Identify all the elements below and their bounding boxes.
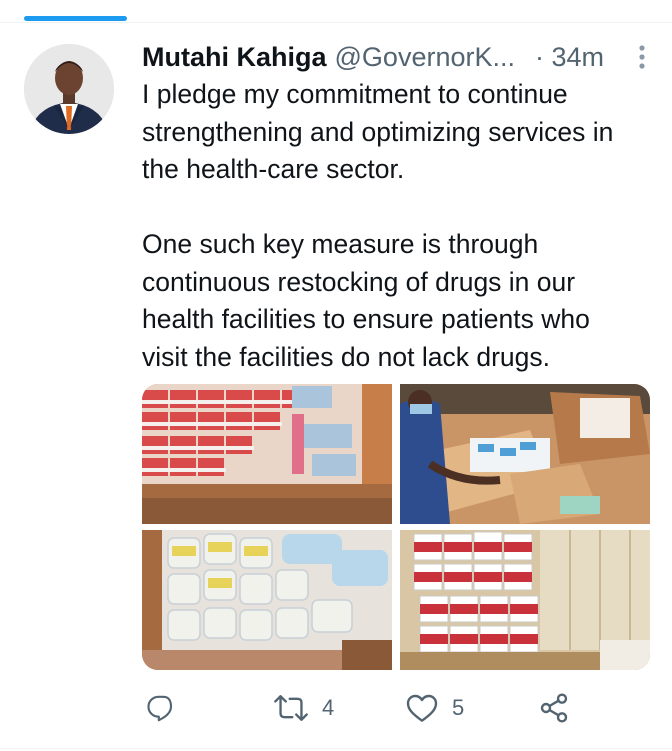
reply-icon (147, 695, 173, 722)
avatar-image (24, 44, 114, 134)
tweet-text-line: strengthening and optimizing services in (142, 116, 614, 147)
tweet-text-line: continuous restocking of drugs in our (142, 266, 576, 297)
tweet-timestamp[interactable]: · 34m (535, 42, 604, 73)
retweet-button[interactable]: 4 (274, 690, 334, 726)
divider (0, 22, 672, 23)
like-count: 5 (452, 695, 465, 720)
avatar[interactable] (24, 44, 114, 134)
media-photo-1[interactable] (142, 384, 392, 524)
media-grid (142, 384, 650, 670)
tweet-actions: 4 5 (142, 690, 582, 726)
tweet-text-line: the health-care sector. (142, 154, 405, 184)
media-photo-4[interactable] (400, 530, 650, 670)
more-vertical-icon[interactable] (630, 42, 654, 72)
reply-button[interactable] (146, 690, 190, 726)
user-handle[interactable]: @GovernorK... (335, 42, 515, 73)
tweet-text-line: visit the facilities do not lack drugs. (142, 341, 550, 372)
share-button[interactable] (538, 690, 570, 726)
tweet-text-line: One such key measure is through (142, 229, 539, 259)
tweet-text-line: I pledge my commitment to continue (142, 79, 568, 109)
divider (0, 748, 672, 749)
tweet-header: Mutahi Kahiga @GovernorK... · 34m (142, 38, 654, 76)
tab-active-indicator (24, 16, 127, 21)
retweet-icon (274, 695, 308, 721)
display-name[interactable]: Mutahi Kahiga (142, 42, 327, 73)
tweet-text-line: health facilities to ensure patients who (142, 304, 590, 334)
media-photo-2[interactable] (400, 384, 650, 524)
heart-icon (406, 694, 438, 722)
tweet-body: Mutahi Kahiga @GovernorK... · 34m I pled… (142, 38, 654, 376)
share-icon (540, 693, 568, 723)
tweet-text: I pledge my commitment to continue stren… (142, 76, 654, 376)
retweet-count: 4 (322, 695, 335, 720)
like-button[interactable]: 5 (406, 690, 464, 726)
media-photo-3[interactable] (142, 530, 392, 670)
